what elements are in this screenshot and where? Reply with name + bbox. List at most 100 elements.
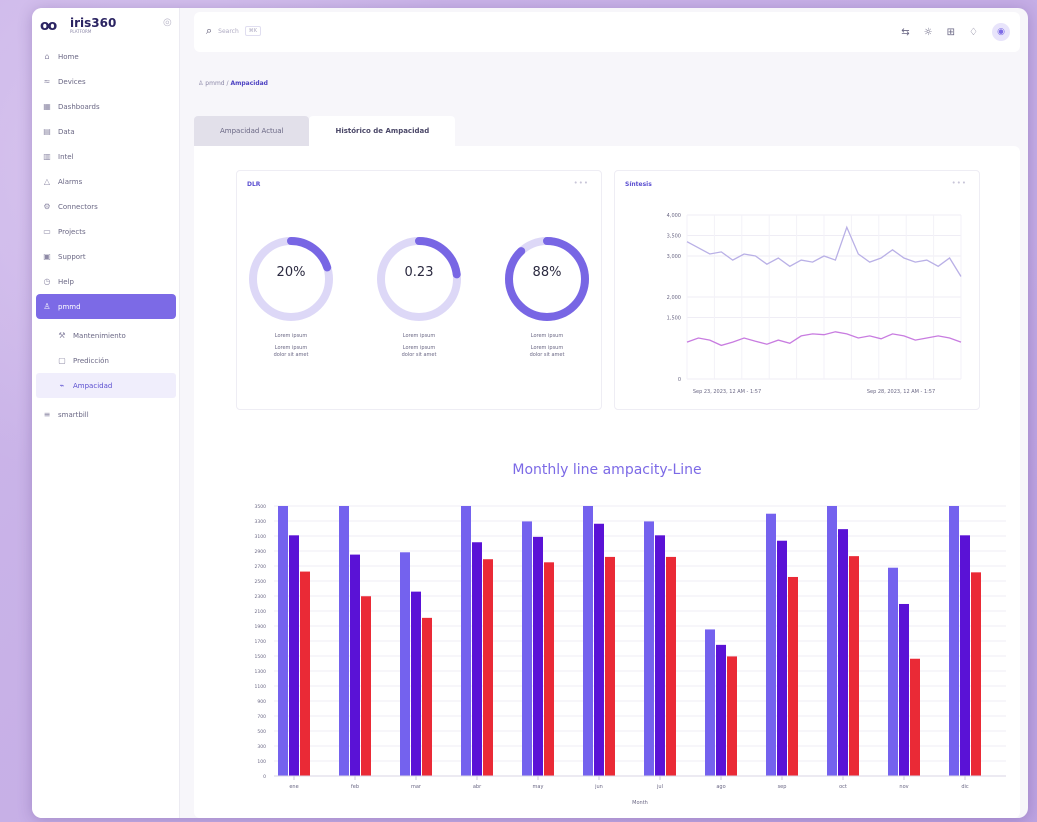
bar	[411, 591, 421, 776]
x-tick-label: Sep 23, 2023, 12 AM - 1:57	[693, 389, 761, 395]
logo[interactable]: oo iris360 PLATFORM ◎	[40, 14, 178, 38]
sidebar-toggle-icon[interactable]: ◎	[163, 17, 172, 28]
bar	[705, 629, 715, 776]
sidebar: oo iris360 PLATFORM ◎ ⌂ Home ≈ Devices ▦ Da…	[32, 8, 180, 818]
line-chart: 4,000 3,500 3,000 2,000 1,500 0 Sep 23, 2023, …	[667, 213, 962, 395]
bar	[461, 506, 471, 776]
sidebar-item-label: Ampacidad	[73, 381, 113, 390]
x-tick-label: sep	[778, 784, 787, 790]
x-tick-label: Sep 28, 2023, 12 AM - 1:57	[867, 389, 935, 395]
sidebar-item-ampacidad[interactable]: ⌁ Ampacidad	[36, 373, 176, 398]
y-tick-label: 300	[257, 744, 266, 750]
bar	[777, 540, 787, 776]
y-tick-label: 3100	[255, 534, 267, 540]
sidebar-item-connectors[interactable]: ⚙ Connectors	[32, 194, 180, 219]
bar	[339, 506, 349, 776]
sidebar-item-data[interactable]: ▤ Data	[32, 119, 180, 144]
sidebar-item-label: smartbill	[58, 410, 89, 419]
bar	[544, 562, 554, 776]
y-tick-label: 0	[678, 377, 681, 383]
logo-tag: PLATFORM	[70, 29, 92, 34]
help-icon: ◷	[43, 277, 51, 286]
bar	[472, 542, 482, 776]
bar	[289, 535, 299, 776]
gauge-label: Lorem ipsum	[274, 333, 308, 339]
x-tick-label: abr	[473, 784, 482, 790]
bar	[910, 658, 920, 776]
sidebar-item-intel[interactable]: ▥ Intel	[32, 144, 180, 169]
gauge-label: Lorem ipsum	[402, 333, 436, 339]
sidebar-item-label: Support	[58, 252, 86, 261]
translate-icon[interactable]: ⇆	[901, 27, 909, 38]
y-tick-label: 2500	[255, 579, 267, 585]
sidebar-item-help[interactable]: ◷ Help	[32, 269, 180, 294]
wrench-icon: ⚒	[58, 331, 66, 340]
home-icon: ⌂	[44, 52, 50, 61]
chart-icon: ▥	[43, 152, 51, 161]
wifi-icon: ≈	[43, 77, 51, 86]
bar	[727, 656, 737, 776]
kpi-card: DLR ••• 20% Lorem ipsum Lorem ipsum dolor…	[236, 170, 602, 410]
y-tick-label: 3500	[255, 504, 267, 510]
tab-bar: Ampacidad Actual Histórico de Ampacidad	[194, 116, 456, 146]
sidebar-item-label: Alarms	[58, 177, 83, 186]
bar	[949, 506, 959, 776]
bar	[827, 506, 837, 776]
sidebar-item-alarms[interactable]: △ Alarms	[32, 169, 180, 194]
calendar-icon: ▢	[58, 356, 66, 365]
logo-mark: oo	[40, 18, 57, 34]
sidebar-item-home[interactable]: ⌂ Home	[32, 44, 180, 69]
breadcrumb-root[interactable]: pmmd	[205, 80, 224, 87]
gauge-2: 0.23 Lorem ipsum Lorem ipsum dolor sit am…	[371, 231, 467, 359]
y-tick-label: 3300	[255, 519, 267, 525]
bar	[605, 556, 615, 776]
app-window: oo iris360 PLATFORM ◎ ⌂ Home ≈ Devices ▦ Da…	[32, 8, 1028, 818]
search-input[interactable]: Search	[218, 28, 239, 35]
support-icon: ▣	[43, 252, 51, 261]
y-tick-label: 2100	[255, 609, 267, 615]
theme-icon[interactable]: ☼	[924, 27, 933, 38]
sidebar-item-label: Help	[58, 277, 74, 286]
bar	[960, 535, 970, 776]
x-axis-label: Month	[632, 800, 648, 806]
sidebar-item-dashboards[interactable]: ▦ Dashboards	[32, 94, 180, 119]
x-tick-label: mar	[411, 784, 422, 790]
sidebar-item-prediccion[interactable]: ▢ Predicción	[32, 348, 180, 373]
sidebar-item-projects[interactable]: ▭ Projects	[32, 219, 180, 244]
x-tick-label: may	[533, 784, 544, 790]
bar	[838, 529, 848, 776]
apps-icon[interactable]: ⊞	[947, 27, 955, 38]
bar	[522, 521, 532, 776]
sidebar-nav: ⌂ Home ≈ Devices ▦ Dashboards ▤ Data ▥ Intel …	[32, 44, 180, 427]
more-icon[interactable]: •••	[574, 179, 589, 187]
sidebar-item-smartbill[interactable]: ≡ smartbill	[32, 402, 180, 427]
bell-icon[interactable]: ♢	[969, 27, 978, 38]
sidebar-item-mantenimiento[interactable]: ⚒ Mantenimiento	[32, 323, 180, 348]
bar	[350, 554, 360, 776]
y-tick-label: 1900	[255, 624, 267, 630]
logo-word: iris360	[70, 16, 117, 30]
y-tick-label: 1700	[255, 639, 267, 645]
bar	[655, 535, 665, 776]
bar	[716, 644, 726, 776]
plug-icon: ⚙	[43, 202, 51, 211]
tab-ampacidad-actual[interactable]: Ampacidad Actual	[194, 116, 310, 146]
bar	[766, 513, 776, 776]
y-tick-label: 1300	[255, 669, 267, 675]
sidebar-item-support[interactable]: ▣ Support	[32, 244, 180, 269]
bar-chart: 3500 3300 3100 2900 2700 2500 2300 2100 1900 1700…	[255, 504, 1006, 806]
y-tick-label: 2300	[255, 594, 267, 600]
gauge-value: 20%	[276, 265, 306, 280]
y-tick-label: 2,000	[667, 295, 681, 301]
sidebar-item-label: pmmd	[58, 302, 81, 311]
y-tick-label: 900	[257, 699, 266, 705]
sidebar-item-devices[interactable]: ≈ Devices	[32, 69, 180, 94]
breadcrumb-separator: /	[226, 80, 229, 87]
search-box[interactable]: ⌕ Search ⌘K	[206, 24, 262, 38]
avatar[interactable]: ◉	[992, 23, 1010, 41]
tab-historico-ampacidad[interactable]: Histórico de Ampacidad	[309, 116, 456, 146]
y-tick-label: 1500	[255, 654, 267, 660]
sidebar-item-pmmd[interactable]: ♙ pmmd	[36, 294, 176, 319]
y-tick-label: 2700	[255, 564, 267, 570]
bar	[278, 506, 288, 776]
